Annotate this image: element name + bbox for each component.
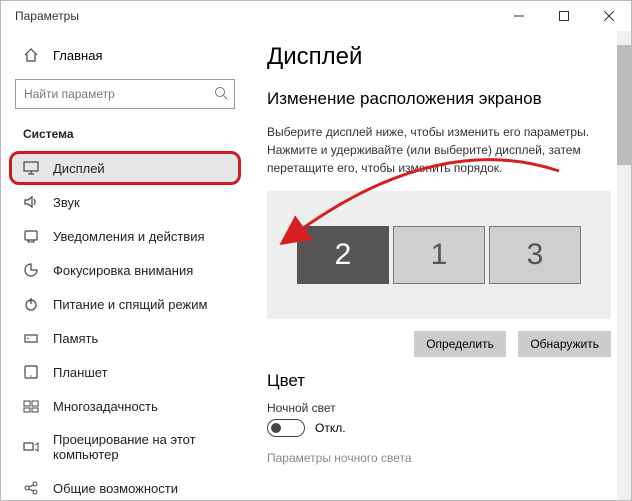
multitask-icon (23, 398, 39, 414)
focus-icon (23, 262, 39, 278)
night-light-label: Ночной свет (267, 401, 621, 415)
sidebar-item-power[interactable]: Питание и спящий режим (1, 287, 249, 321)
search-input[interactable]: Найти параметр (15, 79, 235, 109)
window-title: Параметры (15, 9, 79, 23)
sidebar-item-focus[interactable]: Фокусировка внимания (1, 253, 249, 287)
sidebar-item-label: Звук (53, 195, 80, 210)
sidebar-item-tablet[interactable]: Планшет (1, 355, 249, 389)
sidebar-item-storage[interactable]: Память (1, 321, 249, 355)
projection-icon (23, 439, 39, 455)
sidebar-item-label: Дисплей (53, 161, 105, 176)
detect-button[interactable]: Обнаружить (518, 331, 611, 357)
display-box-3[interactable]: 3 (489, 226, 581, 284)
scrollbar[interactable] (617, 31, 631, 500)
sound-icon (23, 194, 39, 210)
sidebar-item-label: Память (53, 331, 98, 346)
shared-icon (23, 480, 39, 496)
search-icon (214, 86, 228, 103)
tablet-icon (23, 364, 39, 380)
display-number: 1 (431, 238, 448, 272)
sidebar-item-label: Общие возможности (53, 481, 178, 496)
sidebar-item-sound[interactable]: Звук (1, 185, 249, 219)
display-number: 2 (335, 238, 352, 272)
home-link[interactable]: Главная (1, 41, 249, 69)
sidebar-item-shared[interactable]: Общие возможности (1, 471, 249, 500)
main-panel: Дисплей Изменение расположения экранов В… (249, 31, 631, 500)
window-controls (496, 1, 631, 31)
notifications-icon (23, 228, 39, 244)
home-label: Главная (53, 48, 102, 63)
toggle-thumb (271, 423, 281, 433)
toggle-state: Откл. (315, 421, 346, 435)
color-heading: Цвет (267, 371, 621, 391)
section-subtitle: Изменение расположения экранов (267, 89, 621, 109)
sidebar-item-label: Многозадачность (53, 399, 158, 414)
sidebar-item-notifications[interactable]: Уведомления и действия (1, 219, 249, 253)
page-title: Дисплей (267, 43, 621, 71)
identify-button[interactable]: Определить (414, 331, 506, 357)
sidebar-item-label: Питание и спящий режим (53, 297, 207, 312)
sidebar-item-label: Фокусировка внимания (53, 263, 193, 278)
sidebar-item-label: Проецирование на этот компьютер (53, 432, 235, 462)
sidebar-item-display[interactable]: Дисплей (9, 151, 241, 185)
search-placeholder: Найти параметр (24, 87, 115, 101)
display-icon (23, 160, 39, 176)
display-arrangement-area[interactable]: 2 1 3 (267, 191, 611, 319)
storage-icon (23, 330, 39, 346)
maximize-button[interactable] (541, 1, 586, 31)
home-icon (23, 47, 39, 63)
night-light-toggle[interactable]: Откл. (267, 419, 621, 437)
close-button[interactable] (586, 1, 631, 31)
display-box-2[interactable]: 2 (297, 226, 389, 284)
scroll-thumb[interactable] (617, 45, 631, 165)
night-light-params-link[interactable]: Параметры ночного света (267, 451, 621, 465)
description-text: Выберите дисплей ниже, чтобы изменить ег… (267, 123, 621, 177)
sidebar-item-label: Планшет (53, 365, 108, 380)
power-icon (23, 296, 39, 312)
section-title: Система (1, 123, 249, 151)
minimize-button[interactable] (496, 1, 541, 31)
display-box-1[interactable]: 1 (393, 226, 485, 284)
sidebar-item-label: Уведомления и действия (53, 229, 205, 244)
sidebar-item-projection[interactable]: Проецирование на этот компьютер (1, 423, 249, 471)
toggle-track (267, 419, 305, 437)
display-number: 3 (527, 238, 544, 272)
sidebar: Главная Найти параметр Система Дисплей З… (1, 31, 249, 500)
sidebar-item-multitask[interactable]: Многозадачность (1, 389, 249, 423)
